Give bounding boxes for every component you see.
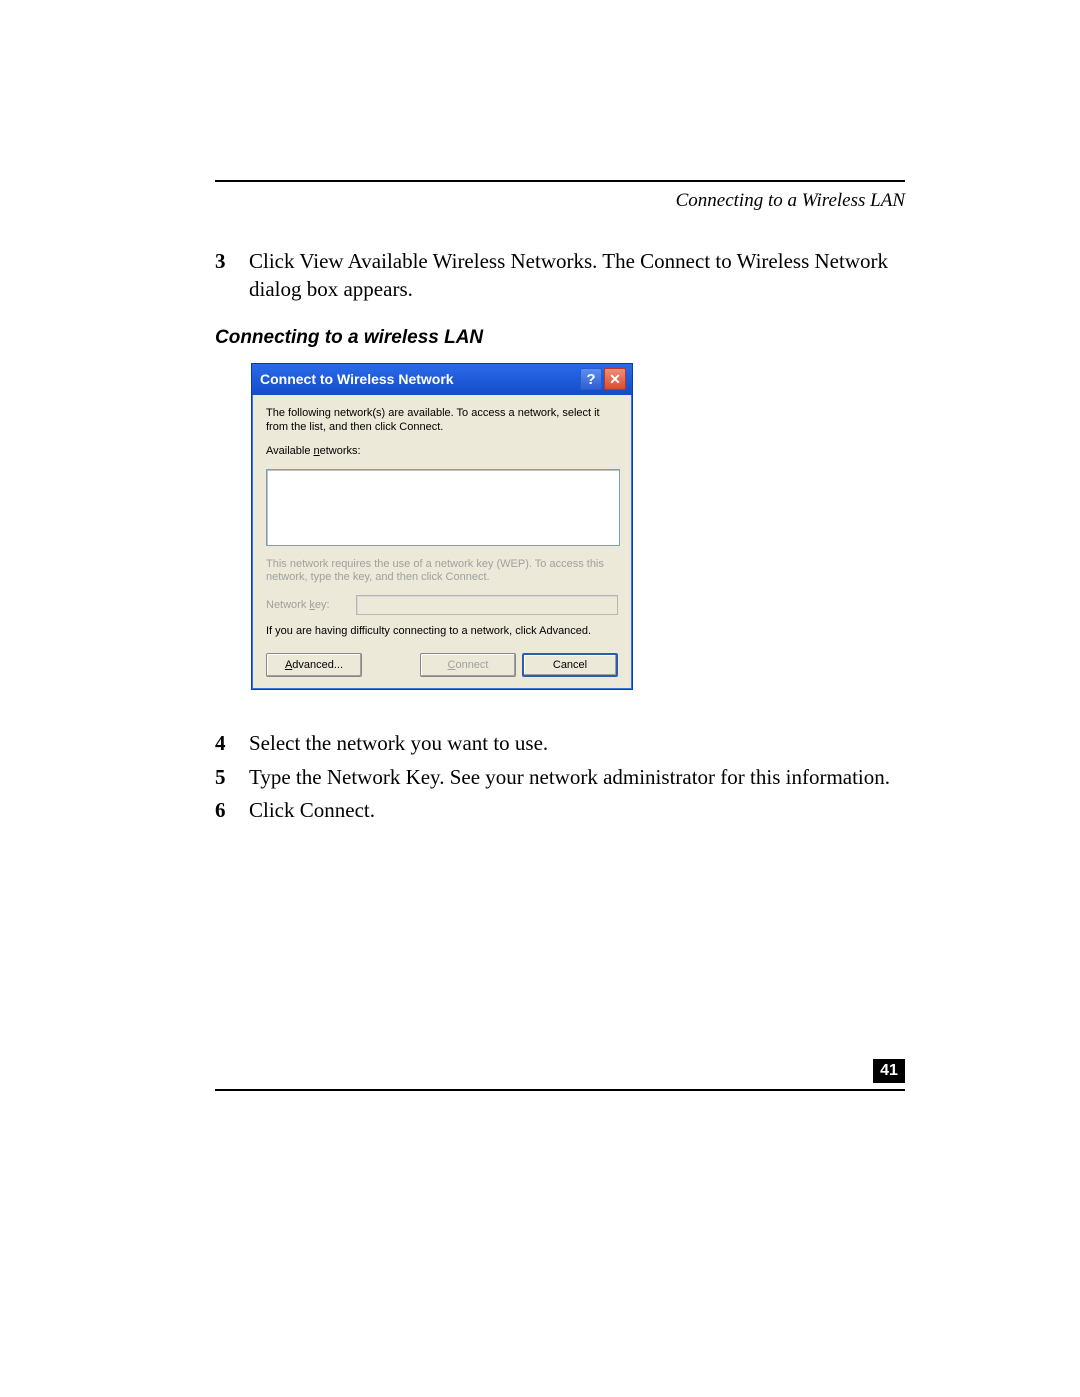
connect-button[interactable]: Connect bbox=[420, 653, 516, 677]
step-item: 5 Type the Network Key. See your network… bbox=[215, 764, 905, 792]
step-number: 6 bbox=[215, 797, 249, 825]
step-item: 3 Click View Available Wireless Networks… bbox=[215, 248, 905, 303]
available-networks-list[interactable] bbox=[266, 469, 620, 546]
step-number: 5 bbox=[215, 764, 249, 792]
steps-top: 3 Click View Available Wireless Networks… bbox=[215, 248, 905, 303]
screenshot: Connect to Wireless Network ? ✕ The foll… bbox=[251, 363, 905, 690]
dialog-title: Connect to Wireless Network bbox=[260, 371, 578, 387]
step-number: 4 bbox=[215, 730, 249, 758]
manual-page: Connecting to a Wireless LAN 3 Click Vie… bbox=[0, 0, 1080, 1397]
network-key-row: Network key: bbox=[266, 595, 618, 615]
dialog-body: The following network(s) are available. … bbox=[252, 395, 632, 689]
step-item: 4 Select the network you want to use. bbox=[215, 730, 905, 758]
running-head: Connecting to a Wireless LAN bbox=[215, 190, 905, 212]
help-icon[interactable]: ? bbox=[580, 368, 602, 390]
header-rule bbox=[215, 180, 905, 182]
step-text: Select the network you want to use. bbox=[249, 730, 548, 758]
step-text: Click View Available Wireless Networks. … bbox=[249, 248, 905, 303]
close-icon[interactable]: ✕ bbox=[604, 368, 626, 390]
network-key-input[interactable] bbox=[356, 595, 618, 615]
page-number: 41 bbox=[873, 1059, 905, 1083]
step-number: 3 bbox=[215, 248, 249, 303]
steps-bottom: 4 Select the network you want to use. 5 … bbox=[215, 730, 905, 825]
step-item: 6 Click Connect. bbox=[215, 797, 905, 825]
wep-hint: This network requires the use of a netwo… bbox=[266, 558, 618, 586]
intro-text: The following network(s) are available. … bbox=[266, 407, 618, 435]
step-text: Click Connect. bbox=[249, 797, 375, 825]
network-key-label: Network key: bbox=[266, 599, 356, 611]
figure-caption: Connecting to a wireless LAN bbox=[215, 327, 905, 349]
step-text: Type the Network Key. See your network a… bbox=[249, 764, 890, 792]
title-bar: Connect to Wireless Network ? ✕ bbox=[252, 364, 632, 395]
advanced-button[interactable]: Advanced... bbox=[266, 653, 362, 677]
cancel-button[interactable]: Cancel bbox=[522, 653, 618, 677]
advanced-hint: If you are having difficulty connecting … bbox=[266, 625, 618, 639]
footer-rule bbox=[215, 1089, 905, 1091]
page-footer: 41 bbox=[215, 1089, 905, 1091]
available-networks-label: Available networks: bbox=[266, 445, 618, 459]
connect-wireless-dialog: Connect to Wireless Network ? ✕ The foll… bbox=[251, 363, 633, 690]
dialog-buttons: Advanced... Connect Cancel bbox=[266, 653, 618, 677]
